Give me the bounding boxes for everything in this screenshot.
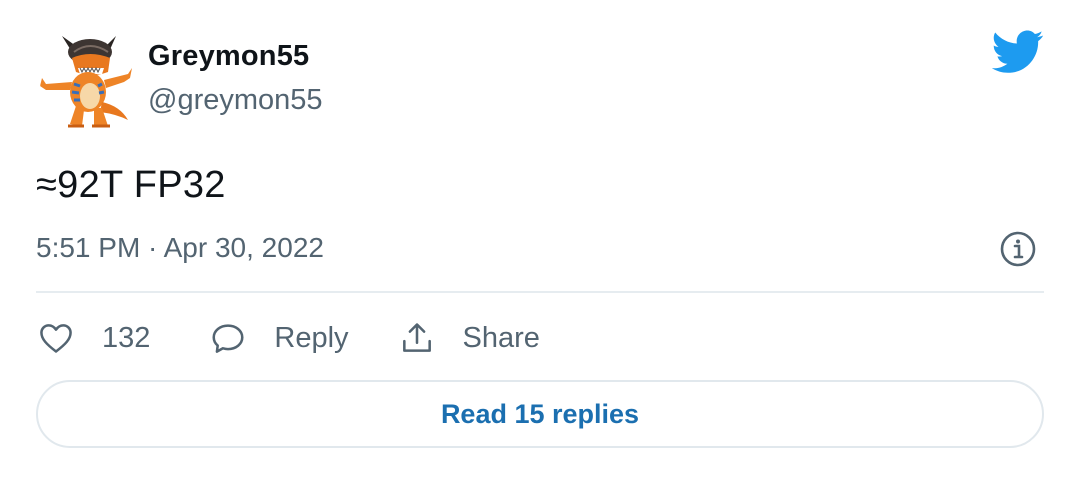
share-upload-icon xyxy=(397,318,437,358)
info-icon[interactable] xyxy=(998,229,1038,269)
divider xyxy=(36,291,1044,293)
like-count: 132 xyxy=(102,321,151,354)
twitter-bird-icon[interactable] xyxy=(992,30,1044,74)
reply-button[interactable]: Reply xyxy=(208,318,349,358)
like-button[interactable]: 132 xyxy=(36,318,150,358)
read-replies-button[interactable]: Read 15 replies xyxy=(36,380,1044,448)
author-handle[interactable]: @greymon55 xyxy=(148,84,323,117)
tweet-timestamp[interactable]: 5:51 PM · Apr 30, 2022 xyxy=(36,232,324,264)
reply-label: Reply xyxy=(274,321,349,354)
orange-dinosaur-avatar-icon xyxy=(35,36,132,128)
speech-bubble-icon xyxy=(208,318,248,358)
tweet-text: ≈92T FP32 xyxy=(36,164,226,206)
author-avatar[interactable] xyxy=(32,28,136,132)
heart-icon xyxy=(36,318,76,358)
tweet-actions: 132 Reply Share xyxy=(36,312,540,364)
share-button[interactable]: Share xyxy=(397,318,540,358)
author-display-name[interactable]: Greymon55 xyxy=(148,40,309,73)
share-label: Share xyxy=(462,321,540,354)
tweet-card: Greymon55 @greymon55 ≈92T FP32 5:51 PM ·… xyxy=(0,0,1080,486)
